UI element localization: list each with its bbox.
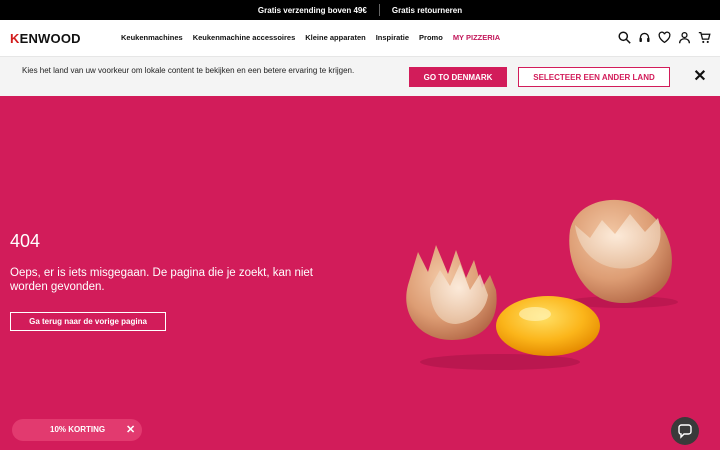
heart-icon[interactable] <box>658 30 671 44</box>
nav-my-pizzeria[interactable]: MY PIZZERIA <box>453 33 500 42</box>
promo-shipping: Gratis verzending boven 49€ <box>257 5 367 15</box>
nav-accessoires[interactable]: Keukenmachine accessoires <box>193 33 296 42</box>
account-icon[interactable] <box>678 30 691 44</box>
kenwood-logo[interactable]: KENWOOD <box>10 31 81 46</box>
nav-promo[interactable]: Promo <box>419 33 443 42</box>
search-icon[interactable] <box>618 30 631 44</box>
cart-icon[interactable] <box>698 30 711 44</box>
go-back-button[interactable]: Ga terug naar de vorige pagina <box>10 312 166 331</box>
close-icon[interactable]: ✕ <box>692 69 708 85</box>
headset-icon[interactable] <box>638 30 651 44</box>
nav-keukenmachines[interactable]: Keukenmachines <box>121 33 183 42</box>
select-other-country-button[interactable]: SELECTEER EEN ANDER LAND <box>518 67 670 87</box>
chat-icon[interactable] <box>671 417 699 445</box>
promo-divider <box>378 4 380 16</box>
error-code: 404 <box>10 231 41 251</box>
discount-pill[interactable]: 10% KORTING ✕ <box>12 419 142 441</box>
close-icon[interactable]: ✕ <box>126 423 135 436</box>
nav-kleine-apparaten[interactable]: Kleine apparaten <box>305 33 365 42</box>
country-message: Kies het land van uw voorkeur om lokale … <box>22 66 355 75</box>
promo-returns: Gratis retourneren <box>391 5 463 15</box>
go-to-denmark-button[interactable]: GO TO DENMARK <box>409 67 507 87</box>
main-nav: Keukenmachines Keukenmachine accessoires… <box>121 33 500 42</box>
promo-bar: Gratis verzending boven 49€ Gratis retou… <box>0 0 720 20</box>
error-message: Oeps, er is iets misgegaan. De pagina di… <box>10 267 314 293</box>
nav-inspiratie[interactable]: Inspiratie <box>376 33 409 42</box>
header-icons <box>618 30 711 44</box>
site-header: KENWOOD Keukenmachines Keukenmachine acc… <box>0 20 720 57</box>
discount-label: 10% KORTING <box>50 425 106 434</box>
broken-egg-image <box>406 199 678 370</box>
